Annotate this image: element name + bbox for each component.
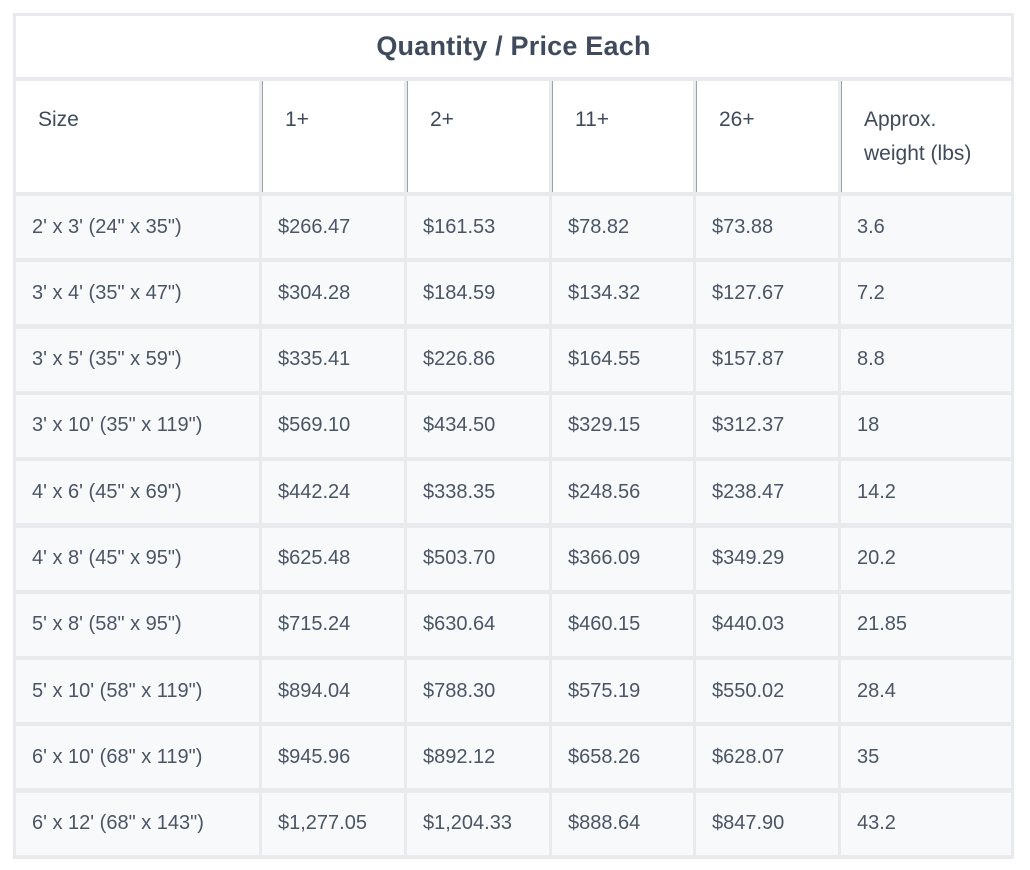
- cell-weight: 7.2: [841, 262, 1011, 325]
- cell-price-11: $134.32: [552, 262, 693, 325]
- cell-price-11: $78.82: [552, 196, 693, 258]
- cell-price-2: $892.12: [407, 726, 549, 789]
- cell-price-2: $630.64: [407, 593, 549, 656]
- cell-size: 2' x 3' (24" x 35"): [16, 196, 259, 258]
- cell-price-11: $658.26: [552, 726, 693, 789]
- cell-price-26: $847.90: [696, 792, 838, 855]
- cell-price-2: $184.59: [407, 262, 549, 325]
- cell-price-1: $266.47: [262, 196, 404, 258]
- table-row: 6' x 12' (68" x 143") $1,277.05 $1,204.33 $…: [13, 792, 1014, 855]
- cell-price-11: $366.09: [552, 527, 693, 590]
- cell-price-1: $625.48: [262, 527, 404, 590]
- cell-size: 6' x 10' (68" x 119"): [16, 726, 259, 789]
- header-size: Size: [16, 81, 259, 192]
- table-row: 3' x 4' (35" x 47") $304.28 $184.59 $134.32…: [13, 262, 1014, 325]
- cell-price-26: $238.47: [696, 461, 838, 524]
- cell-price-26: $628.07: [696, 726, 838, 789]
- cell-size: 5' x 8' (58" x 95"): [16, 593, 259, 656]
- cell-size: 6' x 12' (68" x 143"): [16, 792, 259, 855]
- cell-price-11: $329.15: [552, 394, 693, 457]
- cell-weight: 3.6: [841, 196, 1011, 258]
- cell-price-1: $304.28: [262, 262, 404, 325]
- cell-price-2: $1,204.33: [407, 792, 549, 855]
- cell-price-2: $226.86: [407, 328, 549, 391]
- header-qty-1-label: 1+: [285, 108, 309, 131]
- table-row: 3' x 10' (35" x 119") $569.10 $434.50 $329.…: [13, 394, 1014, 457]
- cell-weight: 18: [841, 394, 1011, 457]
- header-qty-11-label: 11+: [575, 108, 610, 131]
- header-size-label: Size: [38, 108, 79, 131]
- cell-weight: 8.8: [841, 328, 1011, 391]
- table-row: 6' x 10' (68" x 119") $945.96 $892.12 $658.…: [13, 726, 1014, 789]
- cell-price-1: $569.10: [262, 394, 404, 457]
- cell-price-11: $248.56: [552, 461, 693, 524]
- cell-price-2: $161.53: [407, 196, 549, 258]
- cell-size: 3' x 5' (35" x 59"): [16, 328, 259, 391]
- cell-price-26: $312.37: [696, 394, 838, 457]
- cell-weight: 14.2: [841, 461, 1011, 524]
- table-row: 2' x 3' (24" x 35") $266.47 $161.53 $78.82 $…: [13, 196, 1014, 258]
- cell-price-2: $338.35: [407, 461, 549, 524]
- table-row: 3' x 5' (35" x 59") $335.41 $226.86 $164.55…: [13, 328, 1014, 391]
- cell-price-26: $157.87: [696, 328, 838, 391]
- cell-price-11: $164.55: [552, 328, 693, 391]
- cell-price-11: $888.64: [552, 792, 693, 855]
- cell-size: 3' x 4' (35" x 47"): [16, 262, 259, 325]
- cell-price-11: $575.19: [552, 660, 693, 723]
- header-weight-label: Approx. weight (lbs): [864, 108, 972, 165]
- cell-size: 4' x 6' (45" x 69"): [16, 461, 259, 524]
- header-qty-26-label: 26+: [719, 108, 755, 131]
- cell-weight: 28.4: [841, 660, 1011, 723]
- cell-price-1: $715.24: [262, 593, 404, 656]
- table-row: 4' x 6' (45" x 69") $442.24 $338.35 $248.56…: [13, 461, 1014, 524]
- table-row: 5' x 8' (58" x 95") $715.24 $630.64 $460.15…: [13, 593, 1014, 656]
- cell-price-2: $788.30: [407, 660, 549, 723]
- header-qty-1: 1+: [262, 81, 404, 192]
- header-qty-2-label: 2+: [430, 108, 454, 131]
- cell-price-1: $335.41: [262, 328, 404, 391]
- cell-price-26: $73.88: [696, 196, 838, 258]
- header-qty-26: 26+: [696, 81, 838, 192]
- table-title: Quantity / Price Each: [16, 16, 1011, 77]
- cell-price-1: $945.96: [262, 726, 404, 789]
- cell-price-11: $460.15: [552, 593, 693, 656]
- cell-size: 5' x 10' (58" x 119"): [16, 660, 259, 723]
- header-qty-11: 11+: [552, 81, 693, 192]
- cell-size: 4' x 8' (45" x 95"): [16, 527, 259, 590]
- cell-weight: 35: [841, 726, 1011, 789]
- cell-price-1: $894.04: [262, 660, 404, 723]
- table-row: 5' x 10' (58" x 119") $894.04 $788.30 $575.…: [13, 660, 1014, 723]
- cell-weight: 21.85: [841, 593, 1011, 656]
- header-qty-2: 2+: [407, 81, 549, 192]
- table-row: 4' x 8' (45" x 95") $625.48 $503.70 $366.09…: [13, 527, 1014, 590]
- table-header-row: Size 1+ 2+ 11+ 26+ Approx. weight (lbs): [13, 81, 1014, 192]
- cell-price-26: $440.03: [696, 593, 838, 656]
- cell-price-26: $349.29: [696, 527, 838, 590]
- cell-weight: 20.2: [841, 527, 1011, 590]
- cell-price-2: $434.50: [407, 394, 549, 457]
- cell-size: 3' x 10' (35" x 119"): [16, 394, 259, 457]
- price-table: Quantity / Price Each Size 1+ 2+ 11+ 26+ Appr…: [13, 13, 1014, 859]
- cell-price-1: $442.24: [262, 461, 404, 524]
- cell-price-26: $127.67: [696, 262, 838, 325]
- cell-weight: 43.2: [841, 792, 1011, 855]
- header-weight: Approx. weight (lbs): [841, 81, 1011, 192]
- cell-price-2: $503.70: [407, 527, 549, 590]
- cell-price-26: $550.02: [696, 660, 838, 723]
- cell-price-1: $1,277.05: [262, 792, 404, 855]
